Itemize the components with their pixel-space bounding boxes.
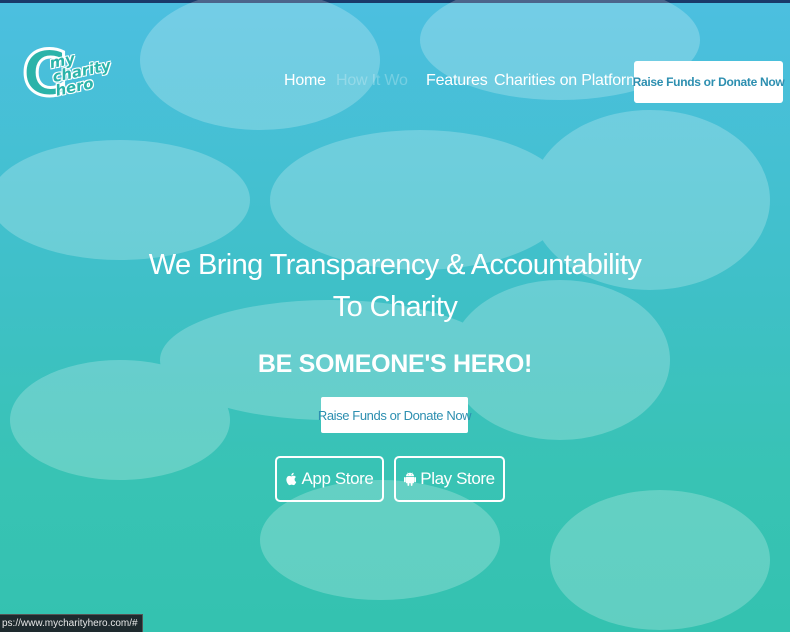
android-icon [404, 472, 417, 486]
hero-tagline: BE SOMEONE'S HERO! [257, 350, 533, 378]
nav-features[interactable]: Features [426, 72, 488, 90]
landing-page: C my charity hero Home How It Wo Feature… [0, 0, 790, 632]
hero-headline: We Bring Transparency & Accountability T… [140, 244, 650, 328]
play-store-label: Play Store [420, 469, 495, 488]
app-store-label: App Store [301, 469, 374, 488]
browser-status-url: ps://www.mycharityhero.com/# [0, 614, 143, 632]
apple-icon [286, 472, 297, 486]
nav-how-it-works[interactable]: How It Wo [336, 72, 408, 90]
nav-raise-funds-button[interactable]: Raise Funds or Donate Now [633, 61, 785, 103]
hero-headline-line1: We Bring Transparency & Accountability [148, 249, 642, 281]
nav-charities-on-platform[interactable]: Charities on Platform [494, 72, 639, 90]
hero-raise-funds-button[interactable]: Raise Funds or Donate Now [318, 397, 472, 433]
hero-headline-line2: To Charity [332, 291, 458, 323]
play-store-button[interactable]: Play Store [394, 456, 505, 502]
app-store-button[interactable]: App Store [275, 456, 384, 502]
logo-wordmark: my charity hero [48, 44, 115, 99]
nav-home[interactable]: Home [284, 72, 326, 90]
site-logo[interactable]: C my charity hero [21, 40, 113, 114]
